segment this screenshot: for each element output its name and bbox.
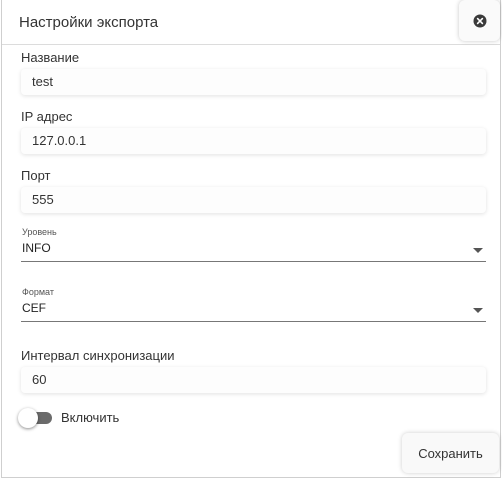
sync-interval-label: Интервал синхронизации	[21, 348, 175, 363]
format-label: Формат	[22, 287, 54, 297]
level-label: Уровень	[22, 227, 57, 237]
chevron-down-icon	[473, 308, 483, 313]
name-input[interactable]: test	[21, 69, 486, 95]
enable-toggle-label: Включить	[61, 410, 120, 425]
level-select-value: INFO	[22, 241, 51, 255]
port-label: Порт	[21, 168, 51, 183]
format-select-value: CEF	[22, 301, 46, 315]
export-settings-dialog: Настройки экспорта Название test IP адре…	[1, 0, 501, 478]
close-circle-icon	[473, 14, 487, 28]
toggle-thumb	[18, 408, 38, 428]
save-button[interactable]: Сохранить	[402, 433, 499, 473]
dialog-header: Настройки экспорта	[2, 0, 500, 45]
ip-label: IP адрес	[21, 109, 73, 124]
enable-toggle[interactable]	[18, 408, 56, 428]
format-select[interactable]: CEF	[21, 298, 486, 322]
close-button[interactable]	[459, 0, 500, 41]
chevron-down-icon	[473, 248, 483, 253]
ip-input[interactable]: 127.0.0.1	[21, 128, 486, 154]
level-select[interactable]: INFO	[21, 238, 486, 262]
dialog-title: Настройки экспорта	[19, 14, 159, 31]
port-input[interactable]: 555	[21, 187, 486, 213]
name-label: Название	[21, 50, 80, 65]
sync-interval-input[interactable]: 60	[21, 367, 486, 393]
